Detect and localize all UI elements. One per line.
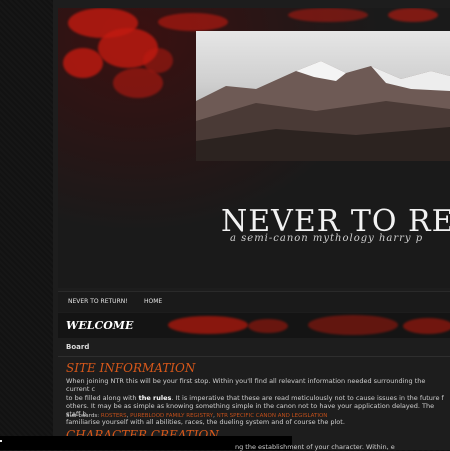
subboard-link-ntr-specific-canon[interactable]: NTR SPECIFIC CANON AND LEGISLATION [217,413,328,419]
red-foliage [308,315,398,335]
board-column-label: Board [66,343,90,351]
red-foliage [288,8,368,22]
red-foliage [248,319,288,333]
description-text: to be filled along with [66,393,139,402]
category-title: WELCOME [66,319,134,332]
rules-link[interactable]: the rules [139,394,172,402]
red-foliage [158,13,228,31]
subboards-label: Sub-boards: [66,413,100,419]
red-foliage [403,318,450,334]
description-text: When joining NTR this will be your first… [66,377,426,394]
divider [58,356,450,357]
subboard-link-rosters[interactable]: ROSTERS [101,413,127,419]
subboards-list: Sub-boards: ROSTERS, PUREBLOOD FAMILY RE… [66,413,328,419]
header-banner: NEVER TO RET a semi-canon mythology harr… [58,8,450,288]
red-foliage [143,48,173,73]
description-text: . It is imperative that these are read m… [171,393,444,402]
mountain-image [196,31,450,161]
red-foliage [63,48,103,78]
nav-link-home[interactable]: HOME [144,298,162,305]
forum-description: When joining NTR this will be your first… [66,377,450,427]
description-text: familiarise yourself with all abilities,… [66,418,345,427]
nav-link-never-to-return[interactable]: NEVER TO RETURN! [68,298,128,305]
subboard-link-pureblood-family-registry[interactable]: PUREBLOOD FAMILY REGISTRY [130,413,213,419]
red-foliage [168,316,248,334]
overlay-marker [0,440,2,442]
top-navigation: NEVER TO RETURN! HOME [58,291,450,312]
forum-container: NEVER TO RET a semi-canon mythology harr… [53,0,450,450]
red-foliage [388,8,438,22]
site-tagline: a semi-canon mythology harry p [230,233,424,244]
mountain-illustration [196,61,450,161]
forum-title-site-information[interactable]: SITE INFORMATION [66,361,195,375]
